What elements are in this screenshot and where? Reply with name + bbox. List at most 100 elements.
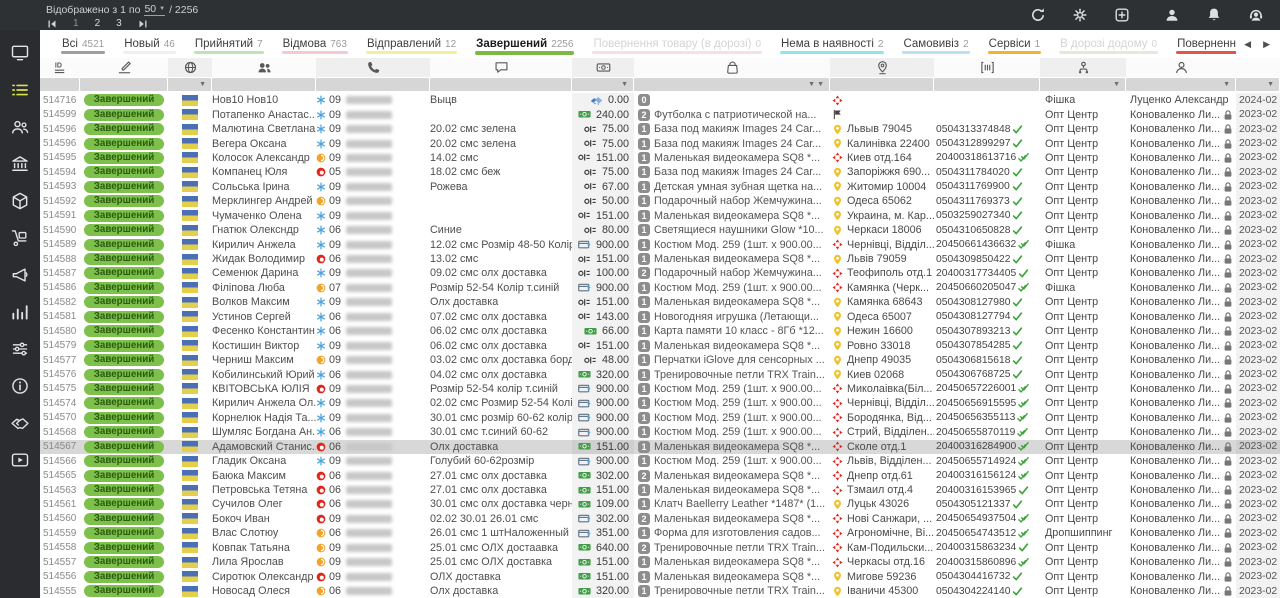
sidebar-item-settings-sliders[interactable] xyxy=(10,339,30,359)
filter-manager[interactable]: ▼ xyxy=(1126,78,1235,91)
column-header-flag[interactable] xyxy=(168,58,212,77)
cell-delivery-city: Сколе отд.1 xyxy=(830,440,934,454)
table-row[interactable]: 514596ЗавершенийМалютина Светлана0920.02… xyxy=(40,122,1280,136)
tabs-scroll-left[interactable]: ◀ xyxy=(1244,39,1251,50)
filter-id[interactable] xyxy=(40,78,79,91)
status-tab[interactable]: Відмова763 xyxy=(273,30,357,58)
column-header-name[interactable] xyxy=(212,58,316,77)
sidebar-item-orders[interactable] xyxy=(10,80,30,100)
table-row[interactable]: 514556ЗавершенийСиротюк Олександр09ОЛХ д… xyxy=(40,569,1280,583)
status-tab[interactable]: Нема в наявності2 xyxy=(771,30,893,58)
filter-channel[interactable]: ▼ xyxy=(1040,78,1125,91)
sidebar-item-company[interactable] xyxy=(10,154,30,174)
table-row[interactable]: 514555ЗавершенийНовосад Олеся06Олх доста… xyxy=(40,584,1280,598)
column-header-pay[interactable] xyxy=(572,58,634,77)
page-number[interactable]: 3 xyxy=(116,18,122,29)
table-row[interactable]: 514565ЗавершенийБаюка Максим0627.01 смс … xyxy=(40,468,1280,482)
table-row[interactable]: 514590ЗавершенийГнатюк Олексндр06Синие80… xyxy=(40,223,1280,237)
column-header-date[interactable] xyxy=(1236,58,1280,77)
table-row[interactable]: 514566ЗавершенийГладик Оксана09Голубий 6… xyxy=(40,454,1280,468)
table-row[interactable]: 514599ЗавершенийПотапенко Анастас...0924… xyxy=(40,107,1280,121)
column-header-id[interactable] xyxy=(40,58,80,77)
filter-status[interactable] xyxy=(80,78,167,91)
page-number[interactable]: 2 xyxy=(95,18,101,29)
table-row[interactable]: 514568ЗавершенийШумляс Богдана Ан...0630… xyxy=(40,425,1280,439)
sidebar-item-products[interactable] xyxy=(10,191,30,211)
column-header-phone[interactable] xyxy=(316,58,430,77)
table-row[interactable]: 514589ЗавершенийКирилич Анжела0912.02 см… xyxy=(40,237,1280,251)
filter-date[interactable]: ▼ xyxy=(1236,78,1279,91)
page-number[interactable]: 1 xyxy=(73,18,79,29)
sidebar-item-dashboard[interactable] xyxy=(10,43,30,63)
table-row[interactable]: 514577ЗавершенийЧерниш Максим0903.02 смс… xyxy=(40,353,1280,367)
table-row[interactable]: 514557ЗавершенийЛила Ярослав0925.01 смс … xyxy=(40,555,1280,569)
table-row[interactable]: 514570ЗавершенийКорнелюк Надія Та...0930… xyxy=(40,411,1280,425)
sidebar-item-info[interactable] xyxy=(10,376,30,396)
table-row[interactable]: 514586ЗавершенийФіліпова Люба07Розмір 52… xyxy=(40,281,1280,295)
column-header-comment[interactable] xyxy=(430,58,572,77)
table-row[interactable]: 514593ЗавершенийСольська Ірина09Рожева67… xyxy=(40,180,1280,194)
table-row[interactable]: 514591ЗавершенийЧумаченко Олена09151.001… xyxy=(40,209,1280,223)
filter-city[interactable] xyxy=(830,78,933,91)
table-row[interactable]: 514581ЗавершенийУстинов Сергей0607.02 см… xyxy=(40,310,1280,324)
table-row[interactable]: 514716ЗавершенийНов10 Нов1009Выцв0.000Фі… xyxy=(40,93,1280,107)
table-row[interactable]: 514579ЗавершенийКостишин Виктор0906.02 с… xyxy=(40,338,1280,352)
profile-avatar-icon[interactable] xyxy=(1164,7,1180,23)
filter-product[interactable]: ▼▼ xyxy=(634,78,829,91)
table-row[interactable]: 514587ЗавершенийСеменюк Дарина0909.02 см… xyxy=(40,266,1280,280)
column-header-product[interactable] xyxy=(634,58,830,77)
column-header-status[interactable] xyxy=(80,58,168,77)
table-row[interactable]: 514596ЗавершенийВегера Оксана0920.02 смс… xyxy=(40,136,1280,150)
status-tab[interactable]: Новый46 xyxy=(114,30,185,58)
sidebar-item-statistics[interactable] xyxy=(10,302,30,322)
filter-name[interactable] xyxy=(212,78,315,91)
status-tab[interactable]: Прийнятий7 xyxy=(185,30,273,58)
status-tab[interactable]: Самовивіз2 xyxy=(893,30,978,58)
table-row[interactable]: 514582ЗавершенийВолков Максим09Олх доста… xyxy=(40,295,1280,309)
table-row[interactable]: 514575ЗавершенийКВІТОВСЬКА ЮЛІЯ09Розмір … xyxy=(40,382,1280,396)
last-page-icon[interactable] xyxy=(138,19,148,29)
table-row[interactable]: 514567ЗавершенийАдамовский Станис...06Ол… xyxy=(40,440,1280,454)
sidebar-item-contacts[interactable] xyxy=(10,117,30,137)
table-row[interactable]: 514559ЗавершенийВлас Слотюу0626.01 смс 1… xyxy=(40,526,1280,540)
status-tab[interactable]: Всі4521 xyxy=(52,30,114,58)
filter-comment[interactable] xyxy=(430,78,571,91)
status-tab[interactable]: В дорозі додому0 xyxy=(1050,30,1167,58)
status-tab[interactable]: Сервіси1 xyxy=(979,30,1051,58)
support-headset-icon[interactable] xyxy=(1248,7,1264,23)
table-row[interactable]: 514576ЗавершенийКобилинський Юрий0604.02… xyxy=(40,367,1280,381)
add-order-icon[interactable] xyxy=(1114,7,1130,23)
filter-flag[interactable]: ▼ xyxy=(168,78,211,91)
table-row[interactable]: 514563ЗавершенийПетровська Тетяна0627.01… xyxy=(40,483,1280,497)
column-header-city[interactable] xyxy=(830,58,934,77)
status-tab[interactable]: Завершений2256 xyxy=(466,30,583,58)
tabs-scroll-right[interactable]: ▶ xyxy=(1263,39,1270,50)
settings-gear-icon[interactable] xyxy=(1072,7,1088,23)
table-row[interactable]: 514595ЗавершенийКолосок Александр0914.02… xyxy=(40,151,1280,165)
sidebar-item-partnership[interactable] xyxy=(10,413,30,433)
table-row[interactable]: 514558ЗавершенийКовпак Татьяна0925.01 см… xyxy=(40,541,1280,555)
table-row[interactable]: 514592ЗавершенийМерклингер Андрей0950.00… xyxy=(40,194,1280,208)
table-row[interactable]: 514594ЗавершенийКомпанец Юля0518.02 смс … xyxy=(40,165,1280,179)
filter-pay[interactable]: ▼ xyxy=(572,78,633,91)
first-page-icon[interactable] xyxy=(47,19,57,29)
status-tab[interactable]: Повернення товару (в дорозі)0 xyxy=(583,30,771,58)
filter-ttn[interactable] xyxy=(934,78,1039,91)
table-row[interactable]: 514588ЗавершенийЖидак Володимир0613.02 с… xyxy=(40,252,1280,266)
table-row[interactable]: 514580ЗавершенийФесенко Константин0606.0… xyxy=(40,324,1280,338)
status-tab[interactable]: Відправлений12 xyxy=(357,30,466,58)
refresh-icon[interactable] xyxy=(1030,7,1046,23)
sidebar-item-marketing[interactable] xyxy=(10,265,30,285)
sidebar-item-video-tutorials[interactable] xyxy=(10,450,30,470)
column-header-manager[interactable] xyxy=(1126,58,1236,77)
table-row[interactable]: 514574ЗавершенийКирилич Анжела Ол...0902… xyxy=(40,396,1280,410)
sidebar-item-purchases[interactable] xyxy=(10,228,30,248)
column-header-ttn[interactable] xyxy=(934,58,1040,77)
app-logo[interactable] xyxy=(0,0,40,30)
page-size-dropdown[interactable]: 50▼ xyxy=(144,3,165,16)
notifications-bell-icon[interactable] xyxy=(1206,7,1222,23)
filter-phone[interactable] xyxy=(316,78,429,91)
table-row[interactable]: 514561ЗавершенийСучилов Олег0630.01 смс … xyxy=(40,497,1280,511)
table-row[interactable]: 514560ЗавершенийБокоч Иван0902.02 30.01 … xyxy=(40,512,1280,526)
column-header-channel[interactable] xyxy=(1040,58,1126,77)
